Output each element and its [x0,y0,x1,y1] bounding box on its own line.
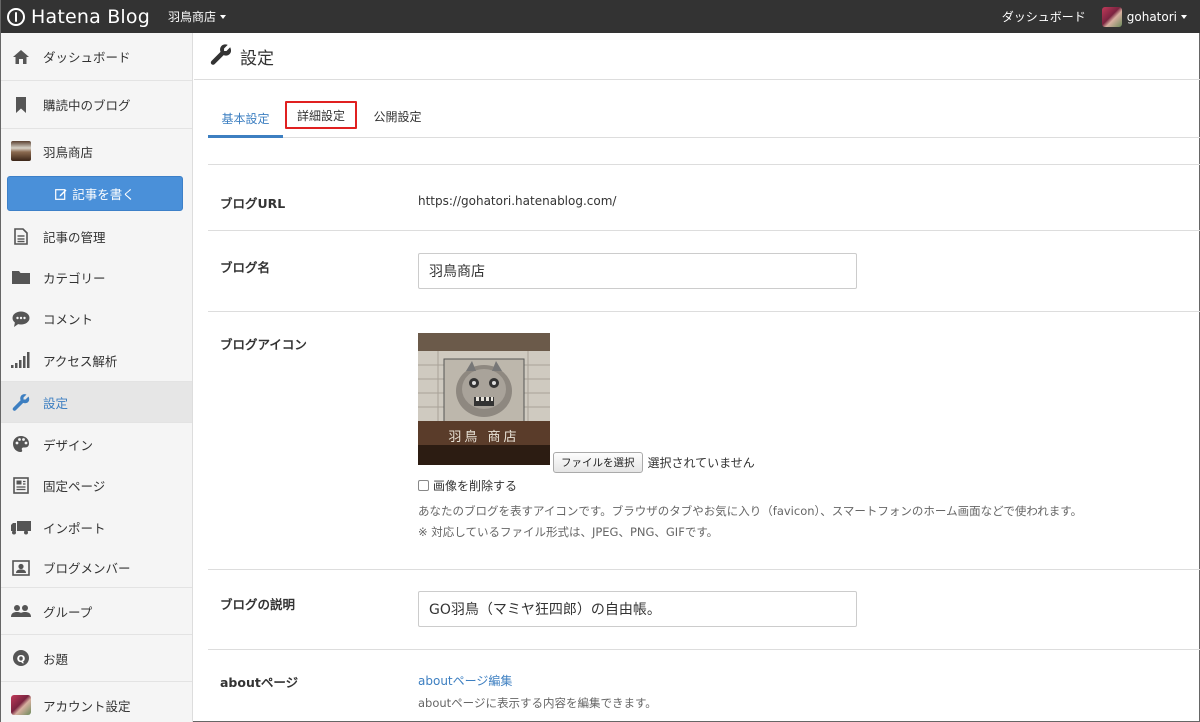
delete-image-row: 画像を削除する [418,477,517,494]
blog-description-label: ブログの説明 [220,597,296,612]
sidebar-item-import[interactable]: インポート [1,506,192,548]
settings-tabs: 基本設定 詳細設定 公開設定 [208,101,1200,138]
top-bar: Hatena Blog 羽鳥商店 ダッシュボード gohatori [1,0,1200,33]
logo-text: Hatena Blog [31,5,150,28]
choose-file-button[interactable]: ファイルを選択 [553,452,643,473]
sidebar-item-label: グループ [43,604,93,620]
caret-down-icon [220,14,227,19]
sidebar-item-label: デザイン [43,437,94,453]
about-page-help: aboutページに表示する内容を編集できます。 [418,696,657,710]
blog-switcher-label: 羽鳥商店 [168,10,217,24]
blog-description-field-wrap: GO羽鳥（マミヤ狂四郎）の自由帳。 [418,591,857,627]
write-article-button[interactable]: 記事を書く [7,176,183,211]
sidebar-item-label: コメント [43,312,94,327]
blog-name-row: ブログ名 羽鳥商店 [208,230,1200,311]
write-article-label: 記事を書く [72,187,135,202]
blog-name-input[interactable]: 羽鳥商店 [418,253,857,289]
blog-thumbnail [11,141,31,161]
sidebar-item-analytics[interactable]: アクセス解析 [1,339,192,382]
sidebar-item-label: お題 [43,651,69,667]
tab-advanced-settings[interactable]: 詳細設定 [285,101,357,129]
file-status: 選択されていません [647,456,755,470]
sidebar-item-design[interactable]: デザイン [1,423,192,465]
wrench-icon [11,392,31,412]
caret-down-icon [1181,14,1187,19]
sidebar: ダッシュボード 購読中のブログ 羽鳥商店 記事を書く 記事の管理 カテゴリー コ… [1,33,193,722]
sidebar-item-label: 購読中のブログ [43,98,131,113]
sidebar-item-subscriptions[interactable]: 購読中のブログ [1,81,192,129]
sidebar-item-dashboard[interactable]: ダッシュボード [1,33,192,81]
sidebar-item-comments[interactable]: コメント [1,298,192,339]
truck-icon [11,517,31,537]
sidebar-item-themes[interactable]: Q お題 [1,635,192,682]
blog-url-row: ブログURL https://gohatori.hatenablog.com/ [208,164,1200,230]
palette-icon [11,434,31,454]
sidebar-item-label: カテゴリー [43,270,106,286]
about-page-edit-link[interactable]: aboutページ編集 [418,672,512,689]
file-select-row: ファイルを選択 選択されていません [553,452,755,473]
sidebar-item-account[interactable]: アカウント設定 [1,682,192,722]
blog-icon-image: 羽鳥 商店 [418,333,550,465]
blog-name-field-wrap: 羽鳥商店 [418,253,857,289]
page-header: 設定 [194,33,1200,80]
sidebar-item-groups[interactable]: グループ [1,588,192,635]
icon-help-text: あなたのブログを表すアイコンです。ブラウザのタブやお気に入り（favicon）、… [418,504,1083,518]
sidebar-item-label: アクセス解析 [43,353,118,369]
blog-icon-row: ブログアイコン 羽鳥 商店 ファイルを選択 選択されていません 画像を削除する … [208,311,1200,569]
comment-icon [11,309,31,329]
wrench-icon [210,43,232,69]
user-avatar [1101,6,1122,27]
sidebar-item-label: アカウント設定 [43,698,131,714]
page-icon [11,476,31,496]
delete-image-checkbox[interactable] [418,480,429,491]
hatena-logo-icon [7,7,25,26]
q-icon: Q [11,648,31,668]
sidebar-item-label: 記事の管理 [43,229,106,245]
sidebar-item-articles[interactable]: 記事の管理 [1,216,192,256]
svg-text:Q: Q [17,654,26,665]
blog-description-input[interactable]: GO羽鳥（マミヤ狂四郎）の自由帳。 [418,591,857,627]
hatena-blog-logo[interactable]: Hatena Blog [7,0,150,33]
about-page-label: aboutページ [220,675,299,690]
sidebar-item-label: ダッシュボード [43,50,131,65]
group-icon [11,601,31,621]
tab-basic-settings[interactable]: 基本設定 [208,101,283,138]
blog-icon-label: ブログアイコン [220,337,307,352]
sidebar-item-fixed-pages[interactable]: 固定ページ [1,465,192,506]
member-card-icon [11,558,31,578]
blog-url-label: ブログURL [220,196,286,211]
about-page-row: aboutページ aboutページ編集 aboutページに表示する内容を編集でき… [208,649,1200,722]
sidebar-item-label: 固定ページ [43,479,106,494]
blog-name-label: ブログ名 [220,260,271,275]
user-menu[interactable]: gohatori [1101,6,1187,27]
top-right-nav: ダッシュボード gohatori [1002,0,1187,33]
account-avatar [11,695,31,715]
delete-image-label[interactable]: 画像を削除する [433,477,517,494]
sidebar-item-settings[interactable]: 設定 [1,382,192,423]
edit-icon [55,188,67,200]
icon-image-sign-text: 羽鳥 商店 [448,430,520,445]
sidebar-item-label: 羽鳥商店 [43,144,94,160]
icon-format-note: ※ 対応しているファイル形式は、JPEG、PNG、GIFです。 [418,525,719,539]
page-title: 設定 [240,48,274,69]
sidebar-item-label: ブログメンバー [43,561,131,576]
username: gohatori [1126,9,1177,24]
sidebar-item-label: インポート [43,520,106,536]
folder-icon [11,267,31,287]
tab-publish-settings[interactable]: 公開設定 [360,101,435,132]
sidebar-item-blog[interactable]: 羽鳥商店 [1,129,192,173]
blog-switcher[interactable]: 羽鳥商店 [168,8,227,25]
dashboard-link[interactable]: ダッシュボード [1002,8,1086,25]
sidebar-item-members[interactable]: ブログメンバー [1,548,192,588]
sidebar-item-categories[interactable]: カテゴリー [1,256,192,298]
sidebar-item-label: 設定 [43,395,69,411]
signal-bars-icon [11,350,31,370]
bookmark-icon [11,95,31,115]
main-content: 設定 基本設定 詳細設定 公開設定 ブログURL https://gohator… [194,33,1200,722]
document-icon [11,226,31,246]
blog-description-row: ブログの説明 GO羽鳥（マミヤ狂四郎）の自由帳。 [208,569,1200,649]
blog-url-value: https://gohatori.hatenablog.com/ [418,194,617,208]
home-icon [11,47,31,67]
